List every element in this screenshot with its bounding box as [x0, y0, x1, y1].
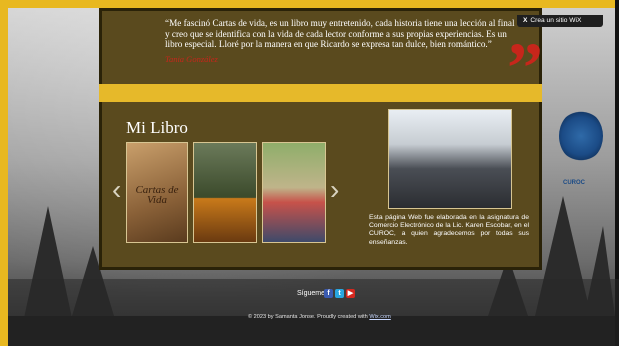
top-accent-strip: [0, 0, 619, 8]
youtube-icon[interactable]: ▶: [346, 289, 355, 298]
twitter-icon[interactable]: t: [335, 289, 344, 298]
wix-badge-label: Crea un sitio WiX: [530, 17, 582, 24]
class-photo: [388, 109, 512, 209]
left-accent-strip: [0, 0, 8, 346]
gallery-next-button[interactable]: ›: [330, 176, 339, 204]
testimonial-quote: “Me fascinó Cartas de vida, es un libro …: [165, 18, 515, 50]
gallery-image-group[interactable]: [262, 142, 326, 243]
gold-divider-band: [99, 84, 542, 102]
gallery-image-author[interactable]: [193, 142, 257, 243]
copyright-prefix: © 2023 by Samanta Jonse. Proudly created…: [248, 314, 370, 320]
curoc-logo-label: CUROC: [563, 180, 585, 186]
copyright-text: © 2023 by Samanta Jonse. Proudly created…: [248, 314, 391, 320]
book-cover-title: Cartas de Vida: [135, 184, 179, 206]
facebook-icon[interactable]: f: [324, 289, 333, 298]
credits-note: Esta página Web fue elaborada en la asig…: [369, 214, 529, 246]
testimonial-author: Tania González: [165, 54, 218, 64]
curoc-logo: [559, 110, 603, 162]
wix-link[interactable]: Wix.com: [369, 314, 390, 320]
wix-badge[interactable]: X Crea un sitio WiX: [517, 15, 603, 27]
close-icon[interactable]: X: [523, 15, 527, 27]
section-title: Mi Libro: [126, 118, 188, 137]
gallery-prev-button[interactable]: ‹: [112, 176, 121, 204]
follow-label: Sígueme: [297, 290, 326, 297]
